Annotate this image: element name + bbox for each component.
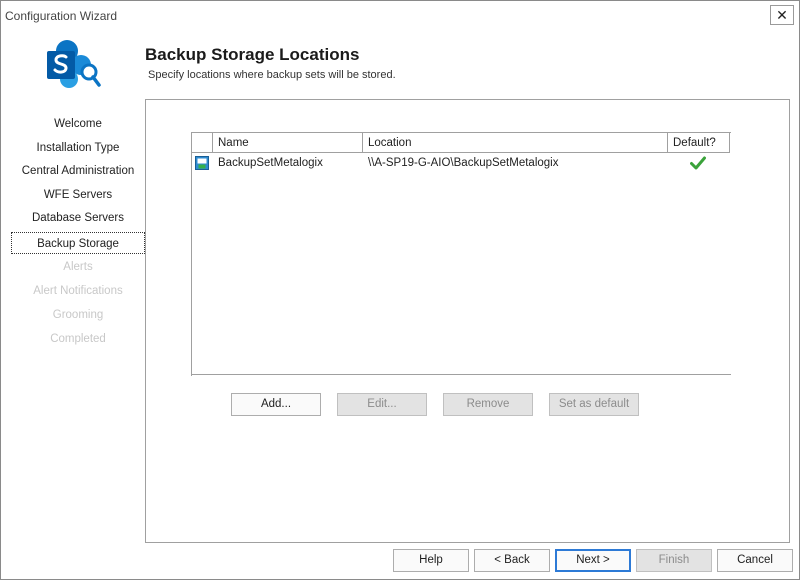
backup-locations-grid[interactable]: Name Location Default? BackupSetMetalogi… [191,132,731,376]
finish-button[interactable]: Finish [636,549,712,572]
column-header-name[interactable]: Name [213,133,363,153]
cancel-button[interactable]: Cancel [717,549,793,572]
help-button[interactable]: Help [393,549,469,572]
title-bar: Configuration Wizard ✕ [1,1,799,31]
nav-item-grooming: Grooming [52,309,104,321]
page-subtitle: Specify locations where backup sets will… [148,69,396,81]
nav-item-database-servers[interactable]: Database Servers [11,207,145,229]
remove-button[interactable]: Remove [443,393,533,416]
checkmark-icon [690,156,706,170]
window-title: Configuration Wizard [5,9,118,23]
next-button[interactable]: Next > [555,549,631,572]
close-icon: ✕ [776,7,788,23]
nav-item-installation-type[interactable]: Installation Type [11,137,145,159]
nav-item-wfe-servers[interactable]: WFE Servers [11,184,145,206]
edit-button[interactable]: Edit... [337,393,427,416]
row-name: BackupSetMetalogix [218,157,323,169]
row-location: \\A-SP19-G-AIO\BackupSetMetalogix [368,157,559,169]
grid-bottom-border [191,374,731,375]
nav-item-central-administration[interactable]: Central Administration [11,160,145,182]
add-button[interactable]: Add... [231,393,321,416]
table-row[interactable]: BackupSetMetalogix \\A-SP19-G-AIO\Backup… [192,153,731,173]
nav-item-alerts: Alerts [63,261,93,273]
nav-item-completed: Completed [50,333,106,345]
back-button[interactable]: < Back [474,549,550,572]
sharepoint-logo-icon [47,40,101,88]
column-header-default[interactable]: Default? [668,133,730,153]
configuration-wizard-window: Configuration Wizard ✕ Backup Storage Lo… [0,0,800,580]
nav-item-welcome[interactable]: Welcome [11,113,145,135]
column-header-location[interactable]: Location [363,133,668,153]
storage-icon [195,156,209,170]
grid-header: Name Location Default? [192,133,731,153]
nav-item-backup-storage[interactable]: Backup Storage [11,232,145,254]
column-header-select[interactable] [192,133,213,153]
close-button[interactable]: ✕ [770,5,794,25]
nav-item-alert-notifications: Alert Notifications [33,285,123,297]
set-as-default-button[interactable]: Set as default [549,393,639,416]
page-title: Backup Storage Locations [145,45,360,64]
